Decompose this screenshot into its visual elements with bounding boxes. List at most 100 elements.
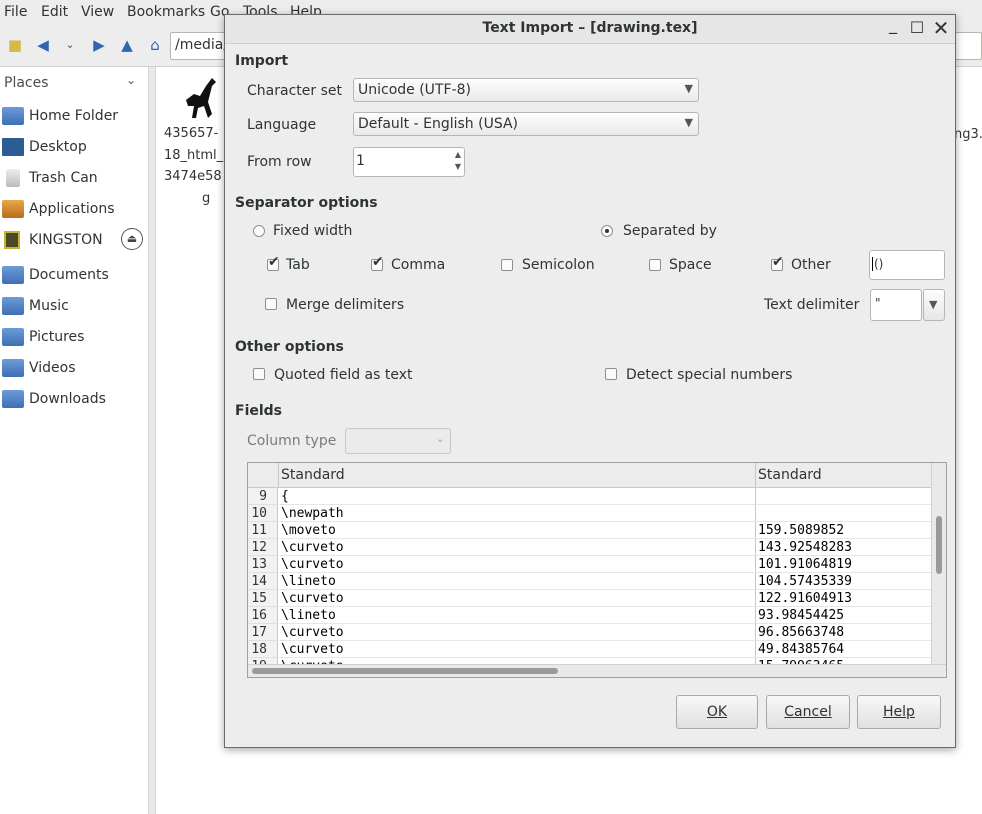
grid-cell[interactable]: \curveto — [279, 556, 756, 573]
text-delimiter-input[interactable]: " — [870, 289, 922, 321]
other-separator-input[interactable]: () — [869, 250, 945, 280]
space-checkbox[interactable] — [649, 259, 661, 271]
detect-numbers-label[interactable]: Detect special numbers — [626, 367, 792, 383]
minimize-icon[interactable]: _ — [883, 15, 903, 35]
sidebar-splitter[interactable] — [148, 67, 156, 814]
row-number[interactable]: 17 — [248, 624, 278, 641]
grid-cell[interactable]: 159.5089852 — [756, 522, 932, 539]
column-header[interactable]: Standard — [279, 463, 756, 488]
comma-label[interactable]: Comma — [391, 257, 445, 273]
grid-cell[interactable]: \curveto — [279, 539, 756, 556]
menu-bookmarks[interactable]: Bookmarks — [127, 4, 205, 20]
column-header[interactable]: Standard — [756, 463, 932, 488]
language-select[interactable]: Default - English (USA) ▼ — [353, 112, 699, 136]
grid-cell[interactable]: 122.91604913 — [756, 590, 932, 607]
sidebar-item-music[interactable]: Music — [0, 295, 148, 321]
sidebar-item-kingston[interactable]: KINGSTON ⏏ — [0, 228, 148, 255]
charset-select[interactable]: Unicode (UTF-8) ▼ — [353, 78, 699, 102]
from-row-spinner[interactable]: 1 ▲ ▼ — [353, 147, 465, 177]
row-number[interactable]: 15 — [248, 590, 278, 607]
grid-cell[interactable]: \moveto — [279, 522, 756, 539]
fixed-width-label[interactable]: Fixed width — [273, 223, 352, 239]
menu-view[interactable]: View — [81, 4, 114, 20]
vertical-scrollbar[interactable] — [931, 463, 946, 677]
text-delimiter-dropdown[interactable]: ▼ — [923, 289, 945, 321]
forward-arrow-icon[interactable]: ▶ — [90, 36, 108, 54]
row-number[interactable]: 9 — [248, 488, 278, 505]
merge-delimiters-checkbox[interactable] — [265, 298, 277, 310]
grid-cell[interactable]: \lineto — [279, 607, 756, 624]
scrollbar-thumb[interactable] — [252, 668, 558, 674]
fixed-width-radio[interactable] — [253, 225, 265, 237]
home-icon[interactable]: ⌂ — [146, 36, 164, 54]
grid-cell[interactable]: 96.85663748 — [756, 624, 932, 641]
quoted-field-checkbox[interactable] — [253, 368, 265, 380]
grid-cell[interactable]: 49.84385764 — [756, 641, 932, 658]
row-number[interactable]: 14 — [248, 573, 278, 590]
semicolon-checkbox[interactable] — [501, 259, 513, 271]
row-number[interactable]: 18 — [248, 641, 278, 658]
spin-down-icon[interactable]: ▼ — [455, 162, 461, 171]
separated-by-label[interactable]: Separated by — [623, 223, 717, 239]
maximize-icon[interactable]: ☐ — [907, 18, 927, 38]
menu-edit[interactable]: Edit — [41, 4, 68, 20]
eject-icon[interactable]: ⏏ — [121, 228, 143, 250]
detect-numbers-checkbox[interactable] — [605, 368, 617, 380]
sidebar-item-pictures[interactable]: Pictures — [0, 326, 148, 352]
grid-cell[interactable]: \curveto — [279, 641, 756, 658]
sidebar-item-downloads[interactable]: Downloads — [0, 388, 148, 414]
other-checkbox[interactable] — [771, 254, 784, 271]
dialog-titlebar[interactable]: Text Import – [drawing.tex] _ ☐ ✕ — [225, 15, 955, 44]
cancel-button[interactable]: Cancel — [766, 695, 850, 729]
spin-up-icon[interactable]: ▲ — [455, 150, 461, 159]
sidebar-item-home[interactable]: Home Folder — [0, 105, 148, 131]
up-arrow-icon[interactable]: ▲ — [118, 36, 136, 54]
semicolon-label[interactable]: Semicolon — [522, 257, 595, 273]
grid-cell[interactable]: { — [279, 488, 756, 505]
scrollbar-thumb[interactable] — [936, 516, 942, 574]
desktop-icon — [2, 138, 24, 156]
horse-image-thumbnail[interactable] — [182, 72, 224, 122]
row-number[interactable]: 10 — [248, 505, 278, 522]
charset-value: Unicode (UTF-8) — [358, 82, 471, 98]
grid-cell[interactable]: \newpath — [279, 505, 756, 522]
row-number[interactable]: 16 — [248, 607, 278, 624]
sidebar-item-videos[interactable]: Videos — [0, 357, 148, 383]
row-number[interactable]: 13 — [248, 556, 278, 573]
separated-by-radio[interactable] — [601, 225, 613, 237]
sidebar-item-trash[interactable]: Trash Can — [0, 167, 148, 193]
row-number[interactable]: 12 — [248, 539, 278, 556]
close-icon[interactable]: ✕ — [931, 18, 951, 38]
comma-checkbox[interactable] — [371, 254, 384, 271]
grid-cell[interactable] — [756, 505, 932, 522]
tab-label[interactable]: Tab — [286, 257, 310, 273]
horizontal-scrollbar[interactable] — [248, 664, 946, 677]
preview-grid[interactable]: Standard Standard 9{10 \newpath 11 \moveto 1… — [247, 462, 947, 678]
row-number[interactable]: 11 — [248, 522, 278, 539]
back-arrow-icon[interactable]: ◀ — [34, 36, 52, 54]
grid-cell[interactable]: 93.98454425 — [756, 607, 932, 624]
tab-checkbox[interactable] — [267, 254, 280, 271]
grid-cell[interactable]: \curveto — [279, 624, 756, 641]
help-button[interactable]: Help — [857, 695, 941, 729]
quoted-field-label[interactable]: Quoted field as text — [274, 367, 413, 383]
sidebar-item-desktop[interactable]: Desktop — [0, 136, 148, 162]
merge-delimiters-label[interactable]: Merge delimiters — [286, 297, 404, 313]
grid-cell[interactable]: 101.91064819 — [756, 556, 932, 573]
grid-cell[interactable] — [756, 488, 932, 505]
ok-button-label: OK — [706, 704, 728, 720]
grid-cell[interactable]: 104.57435339 — [756, 573, 932, 590]
space-label[interactable]: Space — [669, 257, 712, 273]
menu-file[interactable]: File — [4, 4, 27, 20]
sidebar-item-applications[interactable]: Applications — [0, 198, 148, 224]
sidebar-item-documents[interactable]: Documents — [0, 264, 148, 290]
history-dropdown-icon[interactable]: ⌄ — [61, 36, 79, 54]
grid-cell[interactable]: \lineto — [279, 573, 756, 590]
new-folder-icon[interactable]: ■ — [6, 36, 24, 54]
ok-button[interactable]: OK — [676, 695, 758, 729]
column-type-select[interactable]: ⌄ — [345, 428, 451, 454]
grid-cell[interactable]: 143.92548283 — [756, 539, 932, 556]
other-label[interactable]: Other — [791, 257, 831, 273]
chevron-down-icon[interactable]: ⌄ — [126, 73, 136, 87]
grid-cell[interactable]: \curveto — [279, 590, 756, 607]
